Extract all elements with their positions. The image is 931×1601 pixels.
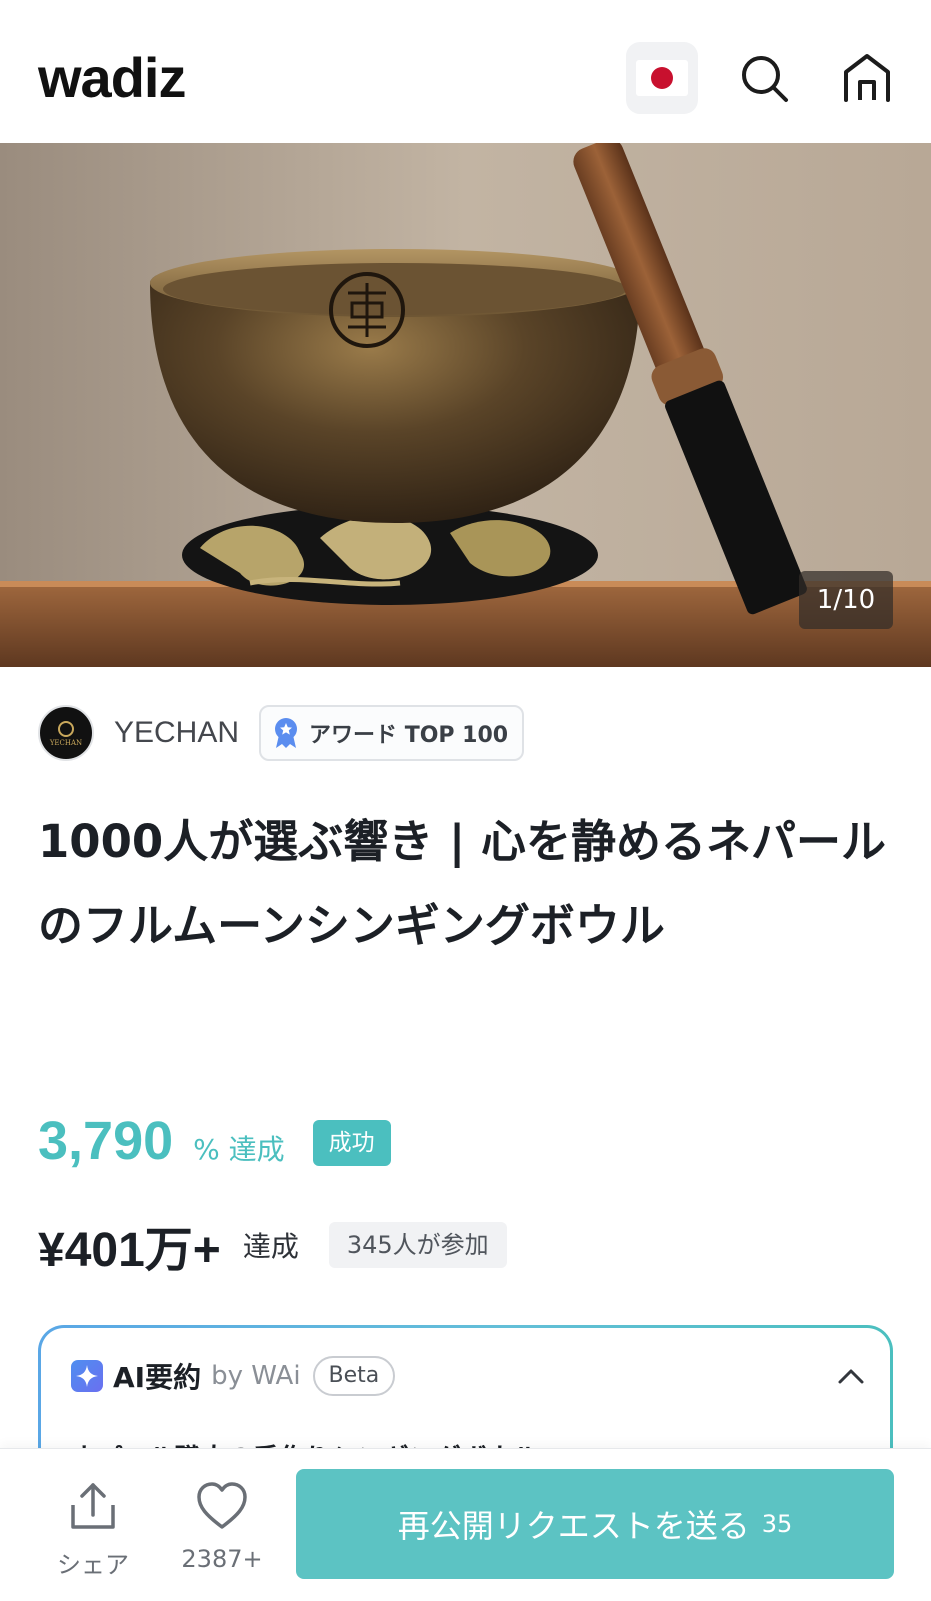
- participants-count: 345人が参加: [328, 1222, 507, 1268]
- yechan-logo-icon: YECHAN: [49, 721, 82, 747]
- share-label: シェア: [57, 1551, 129, 1579]
- maker-row: YECHAN YECHAN アワード TOP 100: [38, 705, 525, 761]
- heart-icon: [197, 1482, 247, 1529]
- share-icon: [71, 1483, 115, 1529]
- image-counter: 1/10: [799, 571, 893, 629]
- request-label: 再公開リクエストを送る: [397, 1507, 750, 1545]
- search-icon[interactable]: [738, 52, 792, 106]
- like-count: 2387+: [181, 1545, 263, 1573]
- status-badge: 成功: [312, 1120, 391, 1166]
- home-icon[interactable]: [840, 50, 894, 104]
- award-badge[interactable]: アワード TOP 100: [259, 705, 525, 761]
- ai-sparkle-icon: [71, 1360, 103, 1392]
- hero-image-carousel[interactable]: 1/10: [0, 143, 931, 667]
- achievement-rate: 3,790: [38, 1111, 174, 1171]
- reopen-request-button[interactable]: 再公開リクエストを送る 35: [296, 1469, 894, 1579]
- award-label: アワード TOP 100: [309, 723, 509, 748]
- site-header: wadiz: [0, 0, 931, 143]
- wadiz-logo[interactable]: wadiz: [38, 44, 186, 112]
- japan-flag-icon: [636, 60, 688, 96]
- flag-circle: [651, 67, 673, 89]
- ai-summary-by: by WAi: [211, 1361, 301, 1391]
- request-count: 35: [761, 1510, 793, 1538]
- share-button[interactable]: シェア: [48, 1475, 138, 1585]
- maker-name[interactable]: YECHAN: [114, 716, 239, 750]
- award-ribbon-icon: [275, 718, 298, 748]
- svg-text:YECHAN: YECHAN: [49, 739, 82, 747]
- singing-bowl-photo: [0, 143, 931, 667]
- funding-amount-suffix: 達成: [242, 1230, 299, 1263]
- ai-summary-title: AI要約: [113, 1361, 202, 1394]
- like-button[interactable]: 2387+: [176, 1475, 268, 1585]
- chevron-up-icon[interactable]: [836, 1362, 866, 1392]
- bottom-action-bar: シェア 2387+ 再公開リクエストを送る 35: [0, 1448, 931, 1601]
- funding-amount-row: ¥401万+ 達成 345人が参加: [38, 1212, 507, 1278]
- achievement-rate-suffix: % 達成: [193, 1133, 285, 1166]
- ai-summary-header: AI要約 by WAi Beta: [71, 1356, 396, 1396]
- funding-amount: ¥401万+: [38, 1224, 221, 1277]
- project-title: 1000人が選ぶ響き | 心を静めるネパールのフルムーンシンギングボウル: [38, 815, 887, 952]
- beta-badge: Beta: [312, 1356, 396, 1396]
- achievement-rate-row: 3,790 % 達成 成功: [38, 1110, 391, 1176]
- language-button[interactable]: [626, 42, 698, 114]
- maker-avatar[interactable]: YECHAN: [38, 705, 94, 761]
